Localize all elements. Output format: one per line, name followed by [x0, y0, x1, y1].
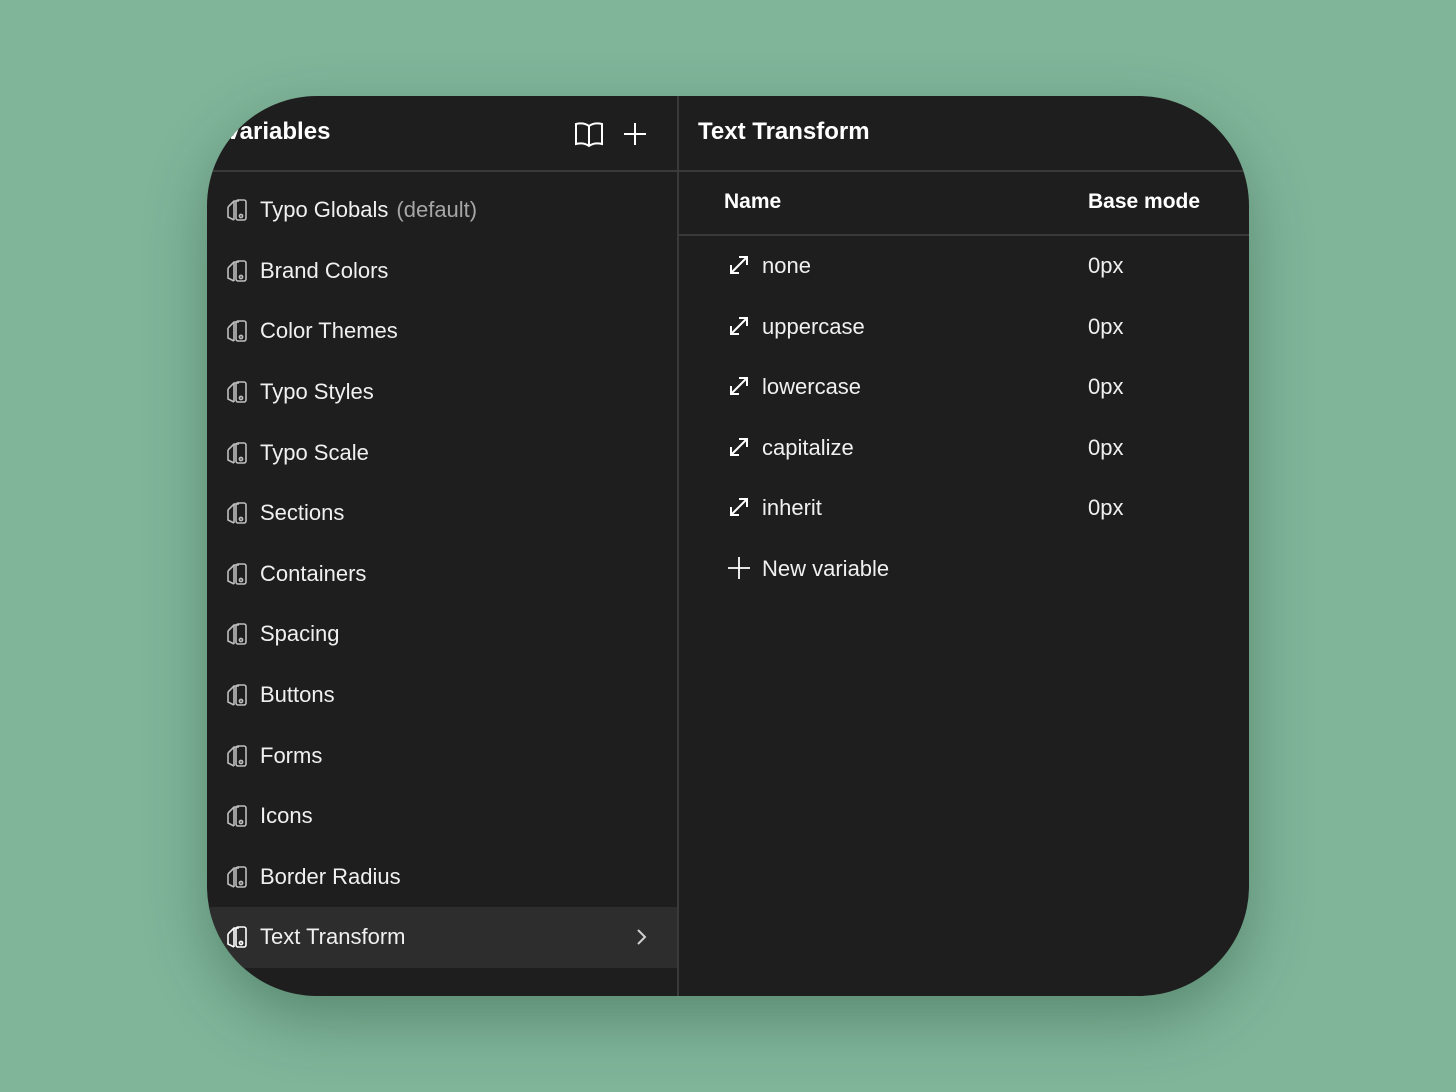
- new-variable-label: New variable: [762, 555, 890, 581]
- collection-icon: [225, 500, 251, 526]
- sidebar-item-color-themes[interactable]: Color Themes: [207, 301, 677, 362]
- column-header-name[interactable]: Name: [724, 190, 781, 214]
- collection-icon: [225, 803, 251, 829]
- new-variable-button[interactable]: New variable: [679, 539, 1249, 600]
- collection-label: Buttons: [260, 682, 335, 708]
- sidebar-item-buttons[interactable]: Buttons: [207, 665, 677, 726]
- collection-label: Color Themes: [260, 318, 398, 344]
- chevron-right-icon[interactable]: [629, 925, 653, 949]
- sidebar-item-text-transform[interactable]: Text Transform: [207, 907, 677, 968]
- collection-label: Containers: [260, 560, 367, 586]
- variable-row[interactable]: inherit 0px: [679, 478, 1249, 539]
- collection-label: Typo Styles: [260, 379, 374, 405]
- variable-name[interactable]: uppercase: [762, 314, 865, 340]
- variable-value[interactable]: 0px: [1088, 314, 1123, 340]
- resize-diagonal-icon: [727, 435, 751, 459]
- book-icon[interactable]: [573, 118, 605, 150]
- sidebar-item-brand-colors[interactable]: Brand Colors: [207, 241, 677, 302]
- sidebar-item-typo-scale[interactable]: Typo Scale: [207, 422, 677, 483]
- collections-sidebar: Variables Typo Globals (default) Brand Col…: [207, 96, 677, 996]
- collection-icon: [225, 743, 251, 769]
- collection-icon: [225, 440, 251, 466]
- variable-row[interactable]: uppercase 0px: [679, 297, 1249, 358]
- variable-name[interactable]: none: [762, 253, 811, 279]
- collection-icon: [225, 318, 251, 344]
- resize-diagonal-icon: [727, 495, 751, 519]
- collection-icon: [225, 924, 251, 950]
- variable-value[interactable]: 0px: [1088, 374, 1123, 400]
- collection-icon: [225, 379, 251, 405]
- variable-row[interactable]: lowercase 0px: [679, 357, 1249, 418]
- collection-icon: [225, 258, 251, 284]
- resize-diagonal-icon: [727, 314, 751, 338]
- collection-label: Icons: [260, 803, 313, 829]
- sidebar-header: Variables: [207, 96, 677, 172]
- plus-icon: [727, 556, 751, 580]
- variables-window: Variables Typo Globals (default) Brand Col…: [207, 96, 1249, 996]
- sidebar-item-forms[interactable]: Forms: [207, 725, 677, 786]
- variable-row[interactable]: capitalize 0px: [679, 418, 1249, 479]
- default-badge: (default): [396, 197, 478, 223]
- collection-label: Sections: [260, 500, 345, 526]
- plus-icon[interactable]: [619, 118, 651, 150]
- variables-panel: Text Transform Name Base mode none 0px upp…: [679, 96, 1249, 996]
- column-header-base-mode[interactable]: Base mode: [1088, 190, 1200, 214]
- collection-title: Text Transform: [698, 118, 870, 145]
- collection-list: Typo Globals (default) Brand Colors Color T…: [207, 180, 677, 968]
- sidebar-item-spacing[interactable]: Spacing: [207, 604, 677, 665]
- variable-table: none 0px uppercase 0px lowercase 0px capitaliz…: [679, 236, 1249, 600]
- variable-name[interactable]: inherit: [762, 495, 822, 521]
- collection-label: Typo Scale: [260, 439, 369, 465]
- variable-value[interactable]: 0px: [1088, 253, 1123, 279]
- collection-icon: [225, 682, 251, 708]
- sidebar-item-icons[interactable]: Icons: [207, 786, 677, 847]
- sidebar-item-sections[interactable]: Sections: [207, 483, 677, 544]
- variable-name[interactable]: lowercase: [762, 374, 861, 400]
- collection-icon: [225, 561, 251, 587]
- collection-icon: [225, 621, 251, 647]
- sidebar-title: Variables: [225, 118, 331, 145]
- collection-icon: [225, 864, 251, 890]
- collection-icon: [225, 197, 251, 223]
- table-header: Name Base mode: [679, 172, 1249, 236]
- collection-label: Spacing: [260, 621, 340, 647]
- collection-label: Text Transform: [260, 924, 406, 950]
- variable-row[interactable]: none 0px: [679, 236, 1249, 297]
- panel-header: Text Transform: [679, 96, 1249, 172]
- collection-label: Typo Globals (default): [260, 197, 478, 223]
- variable-value[interactable]: 0px: [1088, 495, 1123, 521]
- sidebar-item-typo-globals[interactable]: Typo Globals (default): [207, 180, 677, 241]
- collection-label: Forms: [260, 742, 323, 768]
- resize-diagonal-icon: [727, 374, 751, 398]
- variable-name[interactable]: capitalize: [762, 435, 854, 461]
- variable-value[interactable]: 0px: [1088, 435, 1123, 461]
- resize-diagonal-icon: [727, 253, 751, 277]
- collection-label: Brand Colors: [260, 257, 389, 283]
- sidebar-item-border-radius[interactable]: Border Radius: [207, 847, 677, 908]
- collection-label: Border Radius: [260, 863, 401, 889]
- sidebar-item-typo-styles[interactable]: Typo Styles: [207, 362, 677, 423]
- sidebar-item-containers[interactable]: Containers: [207, 544, 677, 605]
